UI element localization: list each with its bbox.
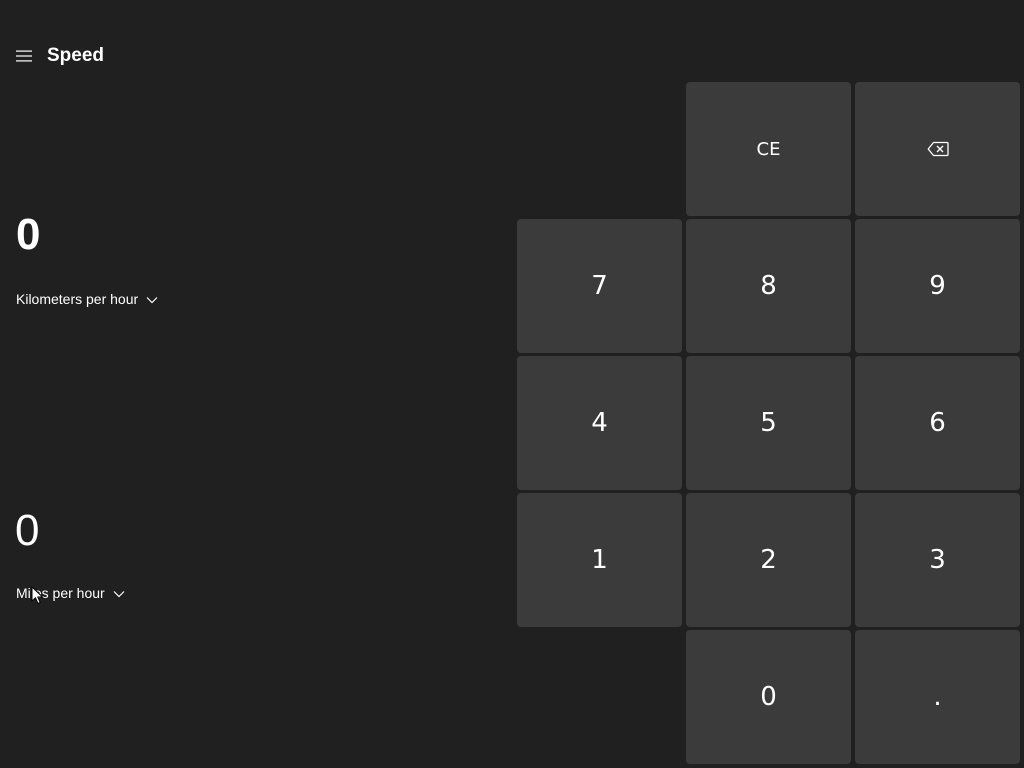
digit-7-button[interactable]: 7 [517, 219, 682, 353]
backspace-button[interactable] [855, 82, 1020, 216]
calculator-window: Speed 0 Kilometers per hour 0 Miles per … [0, 0, 1024, 768]
page-title: Speed [47, 45, 105, 66]
hamburger-menu-icon[interactable] [12, 44, 36, 68]
chevron-down-icon [146, 291, 158, 307]
digit-2-button[interactable]: 2 [686, 493, 851, 627]
to-value-display: 0 [15, 506, 40, 555]
digit-8-button[interactable]: 8 [686, 219, 851, 353]
digit-9-button[interactable]: 9 [855, 219, 1020, 353]
to-unit-label: Miles per hour [16, 585, 105, 601]
digit-0-button[interactable]: 0 [686, 630, 851, 764]
from-value-display: 0 [16, 210, 41, 259]
decimal-button[interactable]: . [855, 630, 1020, 764]
clear-entry-button[interactable]: CE [686, 82, 851, 216]
from-unit-label: Kilometers per hour [16, 291, 139, 307]
digit-4-button[interactable]: 4 [517, 356, 682, 490]
chevron-down-icon [113, 585, 125, 601]
backspace-icon [927, 134, 949, 164]
digit-6-button[interactable]: 6 [855, 356, 1020, 490]
mouse-cursor-icon [31, 585, 45, 606]
digit-3-button[interactable]: 3 [855, 493, 1020, 627]
digit-5-button[interactable]: 5 [686, 356, 851, 490]
digit-1-button[interactable]: 1 [517, 493, 682, 627]
from-unit-dropdown[interactable]: Kilometers per hour [16, 291, 158, 307]
